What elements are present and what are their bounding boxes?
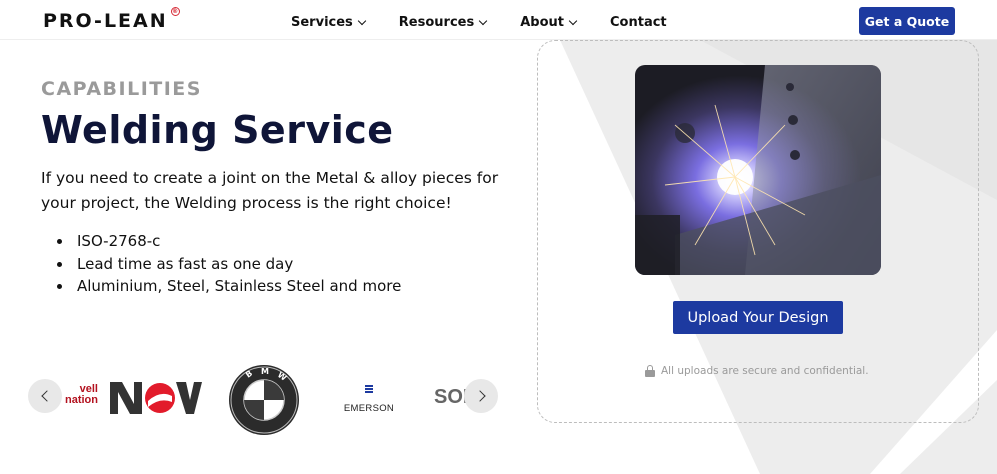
nav-contact[interactable]: Contact xyxy=(610,15,667,30)
upload-your-design-button[interactable]: Upload Your Design xyxy=(673,301,843,334)
pro-lean-logo[interactable]: PRO-LEAN ® xyxy=(43,7,180,32)
chevron-down-icon xyxy=(478,16,488,26)
svg-text:M: M xyxy=(261,367,269,376)
carousel-prev-button[interactable] xyxy=(28,379,62,413)
secure-notice-text: All uploads are secure and confidential. xyxy=(661,365,869,377)
section-eyebrow: CAPABILITIES xyxy=(41,78,202,100)
chevron-right-icon xyxy=(473,390,486,402)
emerson-text: EMERSON xyxy=(343,403,395,414)
emerson-logo: EMERSON xyxy=(334,384,404,415)
feature-list: ISO-2768-c Lead time as fast as one day … xyxy=(56,230,401,298)
nav-services[interactable]: Services xyxy=(291,15,367,30)
welding-photo xyxy=(635,65,881,275)
chevron-left-icon xyxy=(40,390,53,402)
feature-item: Lead time as fast as one day xyxy=(56,253,401,276)
emerson-mark-icon xyxy=(365,385,373,393)
get-a-quote-button[interactable]: Get a Quote xyxy=(859,7,955,35)
feature-item: ISO-2768-c xyxy=(56,230,401,253)
nov-logo xyxy=(110,382,202,414)
nav-about-label: About xyxy=(520,15,565,30)
nav-resources[interactable]: Resources xyxy=(398,15,488,30)
logo-text: PRO-LEAN xyxy=(43,10,168,32)
service-description: If you need to create a joint on the Met… xyxy=(41,169,499,212)
nav-about[interactable]: About xyxy=(520,15,578,30)
nav-resources-label: Resources xyxy=(398,15,475,30)
chevron-down-icon xyxy=(568,16,578,26)
chevron-down-icon xyxy=(357,16,367,26)
main-nav: Services Resources About Contact xyxy=(291,15,701,30)
feature-item: Aluminium, Steel, Stainless Steel and mo… xyxy=(56,275,401,298)
client-logo-carousel: vell nation B M W EMERSON SOL xyxy=(28,362,500,438)
bmw-logo: B M W xyxy=(229,365,299,435)
lock-icon xyxy=(645,365,655,377)
secure-notice: All uploads are secure and confidential. xyxy=(645,365,869,377)
site-header: PRO-LEAN ® Services Resources About Cont… xyxy=(0,0,997,40)
nav-services-label: Services xyxy=(291,15,353,30)
page-title: Welding Service xyxy=(41,108,394,152)
carousel-next-button[interactable] xyxy=(464,379,498,413)
nav-contact-label: Contact xyxy=(610,15,667,30)
registered-mark: ® xyxy=(170,7,180,16)
